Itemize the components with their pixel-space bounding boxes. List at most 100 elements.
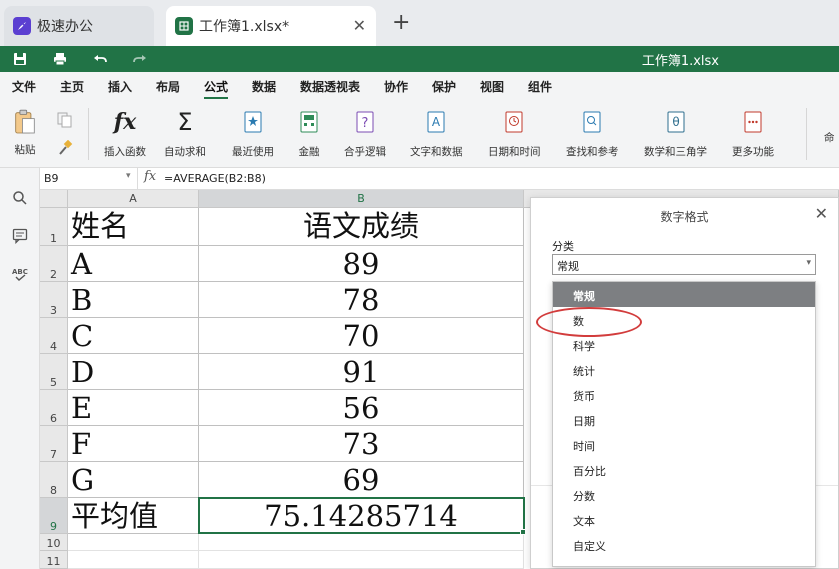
- menu-formula[interactable]: 公式: [204, 78, 228, 95]
- cell-a11[interactable]: [68, 551, 199, 569]
- tab-workbook[interactable]: 工作簿1.xlsx* ✕: [166, 6, 376, 46]
- cell-b9[interactable]: 75.14285714: [199, 498, 524, 534]
- fill-handle[interactable]: [520, 529, 526, 535]
- category-dropdown-list[interactable]: 常规 数 科学 统计 货币 日期 时间 百分比 分数 文本 自定义: [552, 281, 816, 567]
- paste-button[interactable]: 粘贴: [14, 109, 36, 157]
- cell-a3[interactable]: B: [68, 282, 199, 318]
- option-accounting[interactable]: 统计: [553, 357, 815, 382]
- cell-a7[interactable]: F: [68, 426, 199, 462]
- new-tab-button[interactable]: +: [392, 12, 410, 34]
- cell-a5[interactable]: D: [68, 354, 199, 390]
- row-header-3[interactable]: 3: [40, 282, 68, 318]
- cell-a8[interactable]: G: [68, 462, 199, 498]
- formula-input[interactable]: =AVERAGE(B2:B8): [164, 172, 266, 185]
- row-header-9[interactable]: 9: [40, 498, 68, 534]
- undo-icon[interactable]: [90, 49, 110, 69]
- menu-components[interactable]: 组件: [528, 78, 552, 95]
- row-header-10[interactable]: 10: [40, 534, 68, 551]
- cell-b6[interactable]: 56: [199, 390, 524, 426]
- column-header-b[interactable]: B: [199, 190, 524, 208]
- autosum-label: 自动求和: [164, 146, 206, 158]
- column-header-a[interactable]: A: [68, 190, 199, 208]
- name-manager-button[interactable]: 命: [824, 130, 835, 145]
- cell-a9[interactable]: 平均值: [68, 498, 199, 534]
- cell-b11[interactable]: [199, 551, 524, 569]
- save-icon[interactable]: [10, 49, 30, 69]
- format-painter-button[interactable]: [54, 140, 76, 156]
- autosum-button[interactable]: Σ 自动求和: [164, 108, 206, 159]
- option-fraction[interactable]: 分数: [553, 482, 815, 507]
- financial-button[interactable]: 金融: [298, 110, 320, 159]
- comment-icon[interactable]: [10, 226, 30, 246]
- close-icon[interactable]: ✕: [815, 204, 828, 223]
- row-header-8[interactable]: 8: [40, 462, 68, 498]
- row-header-6[interactable]: 6: [40, 390, 68, 426]
- option-text[interactable]: 文本: [553, 507, 815, 532]
- copy-button[interactable]: [54, 112, 76, 128]
- cell-b3[interactable]: 78: [199, 282, 524, 318]
- menu-layout[interactable]: 布局: [156, 78, 180, 95]
- tab-app[interactable]: 极速办公: [4, 6, 154, 46]
- row-header-1[interactable]: 1: [40, 208, 68, 246]
- fx-icon[interactable]: fx: [144, 169, 156, 184]
- menu-collaborate[interactable]: 协作: [384, 78, 408, 95]
- select-all-corner[interactable]: [40, 190, 68, 208]
- option-percentage[interactable]: 百分比: [553, 457, 815, 482]
- insert-function-button[interactable]: fx 插入函数: [104, 109, 146, 159]
- cell-a10[interactable]: [68, 534, 199, 551]
- cell-b1[interactable]: 语文成绩: [199, 208, 524, 246]
- option-custom[interactable]: 自定义: [553, 532, 815, 557]
- cell-b10[interactable]: [199, 534, 524, 551]
- cell-b8[interactable]: 69: [199, 462, 524, 498]
- row-header-7[interactable]: 7: [40, 426, 68, 462]
- menu-pivot-table[interactable]: 数据透视表: [300, 78, 360, 95]
- clock-book-icon: [503, 110, 525, 134]
- close-icon[interactable]: ✕: [353, 16, 366, 35]
- more-functions-button[interactable]: 更多功能: [732, 110, 774, 159]
- option-scientific[interactable]: 科学: [553, 332, 815, 357]
- row-header-2[interactable]: 2: [40, 246, 68, 282]
- tab-workbook-label: 工作簿1.xlsx*: [199, 19, 290, 35]
- logical-button[interactable]: ? 合乎逻辑: [344, 110, 386, 159]
- chevron-down-icon[interactable]: ▾: [126, 171, 131, 181]
- menu-data[interactable]: 数据: [252, 78, 276, 95]
- lookup-button[interactable]: 查找和参考: [566, 110, 619, 159]
- redo-icon[interactable]: [130, 49, 150, 69]
- chevron-down-icon[interactable]: ▾: [806, 258, 811, 268]
- cell-a4[interactable]: C: [68, 318, 199, 354]
- date-time-button[interactable]: 日期和时间: [488, 110, 541, 159]
- cell-b2[interactable]: 89: [199, 246, 524, 282]
- search-icon[interactable]: [10, 188, 30, 208]
- menu-view[interactable]: 视图: [480, 78, 504, 95]
- recent-button[interactable]: 最近使用: [232, 110, 274, 159]
- menu-file[interactable]: 文件: [12, 78, 36, 95]
- cell-a2[interactable]: A: [68, 246, 199, 282]
- option-date[interactable]: 日期: [553, 407, 815, 432]
- name-box[interactable]: B9 ▾: [40, 168, 138, 189]
- insert-function-label: 插入函数: [104, 146, 146, 158]
- row-header-5[interactable]: 5: [40, 354, 68, 390]
- text-data-button[interactable]: A 文字和数据: [410, 110, 463, 159]
- calculator-icon: [298, 110, 320, 134]
- option-general[interactable]: 常规: [553, 282, 815, 307]
- fx-icon: fx: [113, 109, 137, 135]
- clipboard-icon: [14, 109, 36, 134]
- cell-a1[interactable]: 姓名: [68, 208, 199, 246]
- menu-protect[interactable]: 保护: [432, 78, 456, 95]
- category-select[interactable]: 常规 ▾: [552, 254, 816, 275]
- cell-b7[interactable]: 73: [199, 426, 524, 462]
- row-header-4[interactable]: 4: [40, 318, 68, 354]
- menu-insert[interactable]: 插入: [108, 78, 132, 95]
- option-time[interactable]: 时间: [553, 432, 815, 457]
- sigma-icon: Σ: [177, 108, 193, 136]
- math-trig-button[interactable]: θ 数学和三角学: [644, 110, 707, 159]
- cell-b5[interactable]: 91: [199, 354, 524, 390]
- cell-b4[interactable]: 70: [199, 318, 524, 354]
- print-icon[interactable]: [50, 49, 70, 69]
- spellcheck-icon[interactable]: ABC: [10, 264, 30, 284]
- option-number[interactable]: 数: [553, 307, 815, 332]
- cell-a6[interactable]: E: [68, 390, 199, 426]
- row-header-11[interactable]: 11: [40, 551, 68, 569]
- menu-home[interactable]: 主页: [60, 78, 84, 95]
- option-currency[interactable]: 货币: [553, 382, 815, 407]
